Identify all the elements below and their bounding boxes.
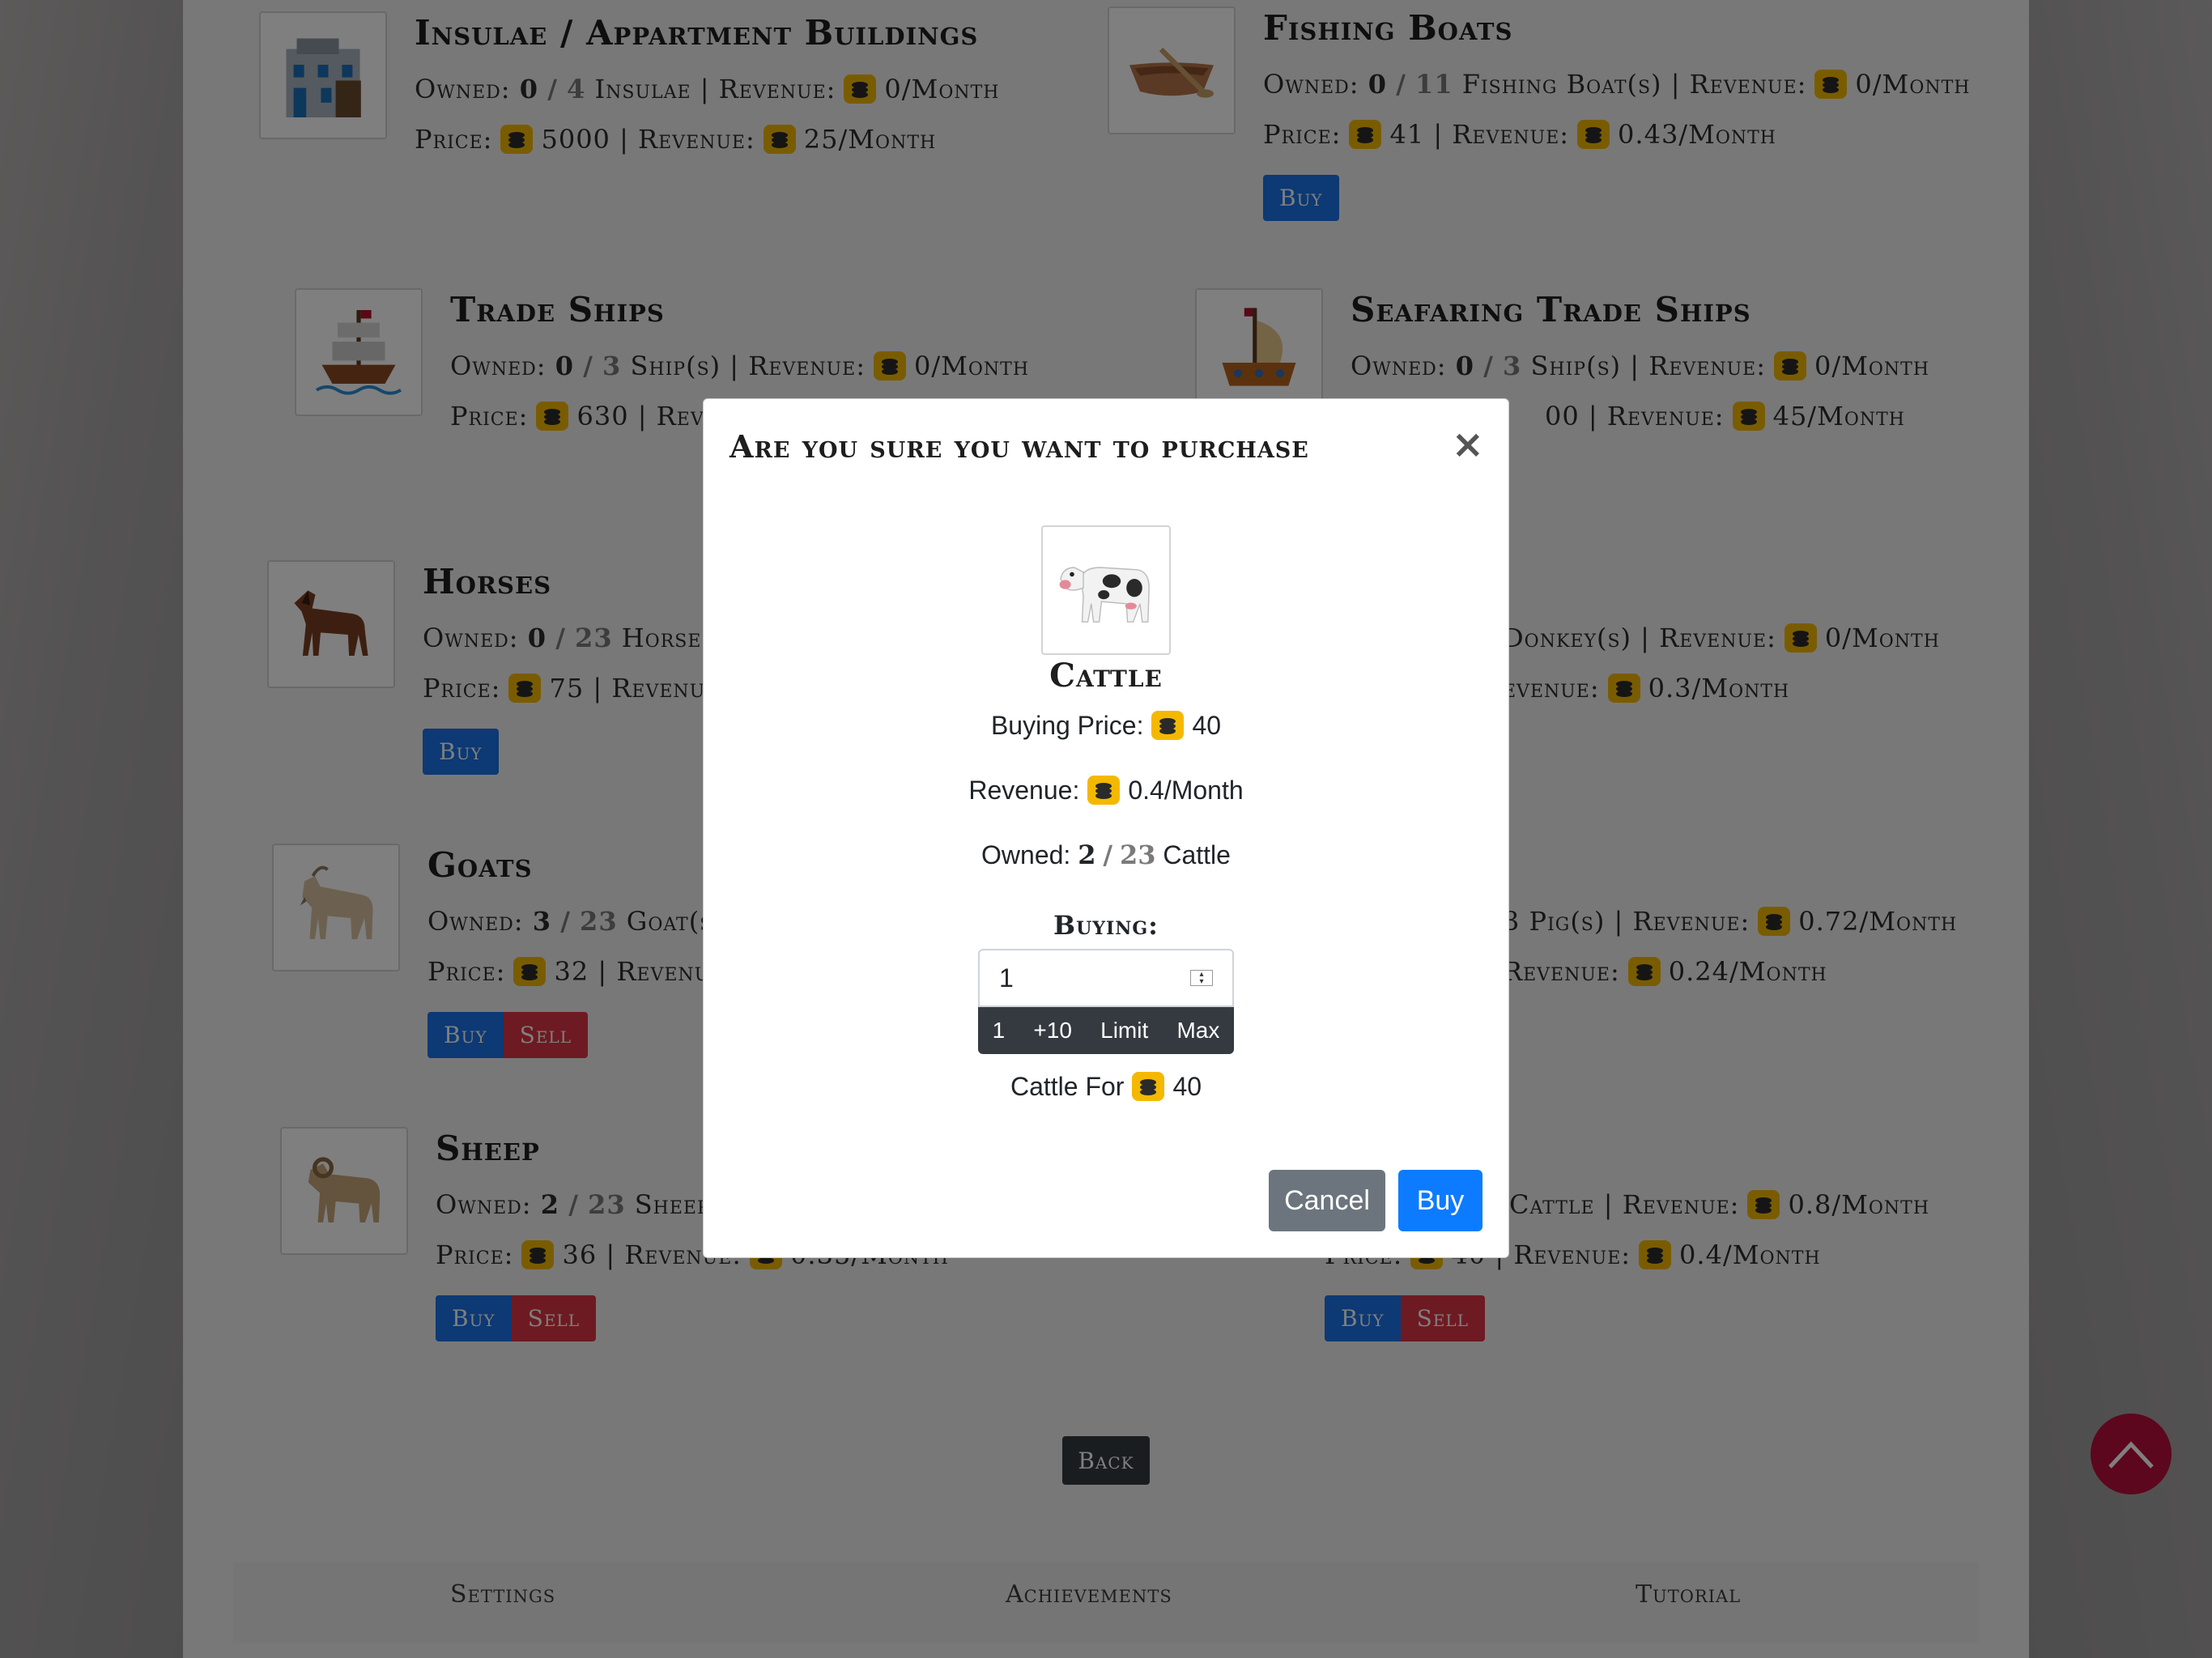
purchase-modal: Are you sure you want to purchase × Catt…: [703, 398, 1509, 1258]
quick-limit-button[interactable]: Limit: [1100, 1018, 1148, 1044]
stepper-icon[interactable]: ▴ ▾: [1190, 970, 1213, 986]
quick-max-button[interactable]: Max: [1176, 1018, 1219, 1044]
buying-price-line: Buying Price: 40: [990, 710, 1222, 740]
owned-line: Owned: 2 / 23 Cattle: [981, 840, 1231, 870]
buying-label: Buying:: [1053, 910, 1159, 941]
cow-icon: [1041, 525, 1171, 655]
item-name: Cattle: [1049, 657, 1163, 695]
confirm-buy-button[interactable]: Buy: [1398, 1170, 1482, 1231]
quick-plus10-button[interactable]: +10: [1033, 1018, 1072, 1044]
quick-select-bar: 1 +10 Limit Max: [978, 1007, 1234, 1054]
coin-icon: [1087, 776, 1121, 805]
modal-title: Are you sure you want to purchase: [730, 428, 1309, 465]
cancel-button[interactable]: Cancel: [1269, 1170, 1385, 1231]
quantity-input[interactable]: 1 ▴ ▾: [978, 949, 1234, 1007]
close-icon[interactable]: ×: [1452, 422, 1484, 467]
coin-icon: [1151, 711, 1185, 740]
coin-icon: [1132, 1072, 1165, 1101]
quick-1-button[interactable]: 1: [993, 1018, 1006, 1044]
purchase-summary: Cattle For 40: [1010, 1071, 1202, 1101]
revenue-line: Revenue: 0.4/Month: [968, 775, 1244, 805]
